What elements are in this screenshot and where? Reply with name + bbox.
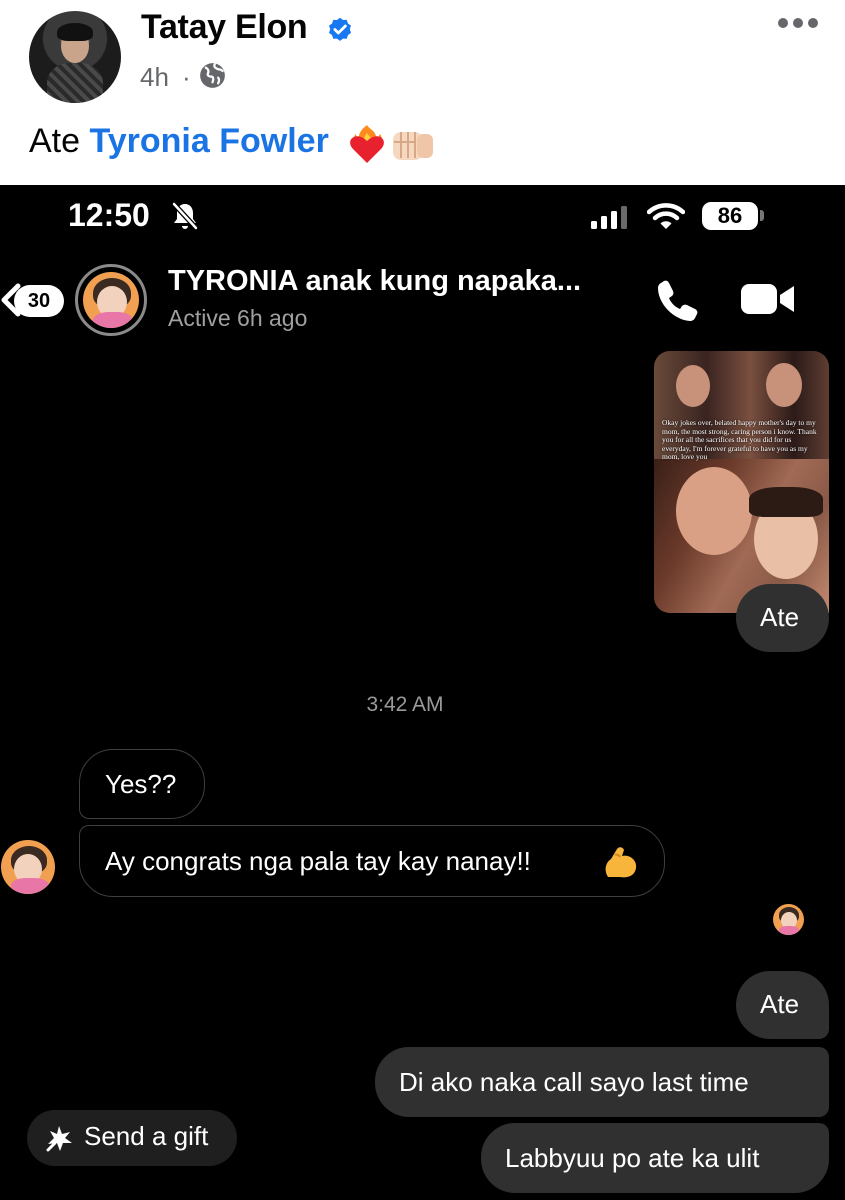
video-camera-icon[interactable] bbox=[740, 281, 796, 317]
flexed-biceps-emoji bbox=[605, 847, 637, 878]
send-gift-button[interactable]: Send a gift bbox=[27, 1110, 237, 1166]
unread-count-badge[interactable]: 30 bbox=[14, 285, 64, 317]
incoming-message[interactable]: Yes?? bbox=[79, 749, 205, 819]
post-text: Ate Tyronia Fowler bbox=[29, 122, 329, 161]
author-name[interactable]: Tatay Elon bbox=[141, 8, 308, 47]
seen-receipt-avatar bbox=[773, 904, 804, 935]
more-dots-icon[interactable] bbox=[776, 8, 821, 38]
verified-badge-icon bbox=[329, 17, 351, 41]
signal-icon bbox=[591, 206, 627, 229]
author-avatar[interactable] bbox=[29, 11, 121, 103]
send-gift-label: Send a gift bbox=[84, 1121, 209, 1151]
battery-cap bbox=[760, 210, 764, 221]
post-header: Tatay Elon 4h · Ate Tyronia Fowler bbox=[0, 0, 845, 185]
globe-icon bbox=[200, 63, 225, 88]
messenger-screenshot: 12:50 86 30 TYRONIA anak kung napaka... … bbox=[0, 185, 845, 1200]
wifi-icon bbox=[647, 203, 685, 229]
outgoing-message[interactable]: Di ako naka call sayo last time bbox=[375, 1047, 829, 1117]
battery-level: 86 bbox=[702, 202, 758, 230]
post-time[interactable]: 4h bbox=[140, 62, 169, 93]
sender-avatar[interactable] bbox=[1, 840, 55, 894]
outgoing-message[interactable]: Ate bbox=[736, 971, 829, 1039]
meta-separator: · bbox=[182, 62, 191, 92]
fist-bump-emoji bbox=[393, 132, 433, 160]
shared-photo[interactable]: Okay jokes over, belated happy mother's … bbox=[654, 351, 829, 613]
phone-icon[interactable] bbox=[655, 277, 701, 323]
active-status: Active 6h ago bbox=[168, 305, 308, 331]
post-text-prefix: Ate bbox=[29, 122, 81, 160]
chat-title[interactable]: TYRONIA anak kung napaka... bbox=[168, 265, 581, 298]
message-timestamp: 3:42 AM bbox=[366, 693, 444, 716]
heart-on-fire-emoji bbox=[350, 125, 384, 163]
status-time: 12:50 bbox=[68, 197, 150, 233]
sparkle-gift-icon bbox=[46, 1126, 72, 1152]
contact-avatar[interactable] bbox=[83, 272, 139, 328]
message-text: Ay congrats nga pala tay kay nanay!! bbox=[105, 846, 531, 876]
outgoing-message[interactable]: Ate bbox=[736, 584, 829, 652]
bell-off-icon bbox=[172, 202, 198, 230]
tagged-user-link[interactable]: Tyronia Fowler bbox=[90, 122, 329, 160]
outgoing-message[interactable]: Labbyuu po ate ka ulit bbox=[481, 1123, 829, 1193]
incoming-message[interactable]: Ay congrats nga pala tay kay nanay!! bbox=[79, 825, 665, 897]
photo-caption-text: Okay jokes over, belated happy mother's … bbox=[662, 418, 817, 461]
